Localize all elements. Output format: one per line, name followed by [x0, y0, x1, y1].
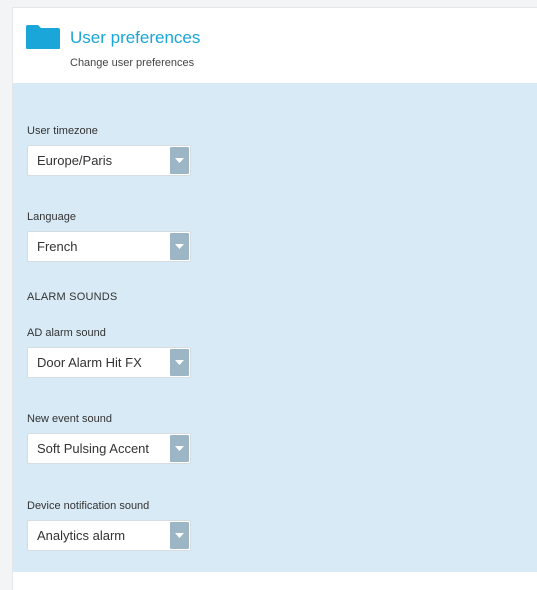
language-label: Language [27, 211, 76, 223]
language-value: French [37, 239, 78, 254]
alarm-sounds-heading: ALARM SOUNDS [27, 291, 118, 303]
timezone-label: User timezone [27, 125, 98, 137]
dropdown-arrow-icon[interactable] [170, 233, 189, 260]
new-event-value: Soft Pulsing Accent [37, 441, 150, 456]
new-event-label: New event sound [27, 413, 112, 425]
new-event-select[interactable]: Soft Pulsing Accent [27, 433, 191, 464]
ad-alarm-value: Door Alarm Hit FX [37, 355, 142, 370]
device-notification-label: Device notification sound [27, 500, 150, 512]
ad-alarm-label: AD alarm sound [27, 327, 106, 339]
device-notification-value: Analytics alarm [37, 528, 126, 543]
timezone-select[interactable]: Europe/Paris [27, 145, 191, 176]
dropdown-arrow-icon[interactable] [170, 435, 189, 462]
dropdown-arrow-icon[interactable] [170, 147, 189, 174]
card-header: User preferences Change user preferences [13, 8, 537, 83]
dropdown-arrow-icon[interactable] [170, 349, 189, 376]
preferences-panel: User timezone Europe/Paris Language Fren… [13, 83, 537, 572]
timezone-value: Europe/Paris [37, 153, 113, 168]
language-select[interactable]: French [27, 231, 191, 262]
page-title: User preferences [70, 28, 201, 47]
folder-icon [25, 24, 61, 50]
dropdown-arrow-icon[interactable] [170, 522, 189, 549]
device-notification-select[interactable]: Analytics alarm [27, 520, 191, 551]
ad-alarm-select[interactable]: Door Alarm Hit FX [27, 347, 191, 378]
page-subtitle: Change user preferences [70, 57, 195, 69]
preferences-card: User preferences Change user preferences… [12, 7, 537, 590]
